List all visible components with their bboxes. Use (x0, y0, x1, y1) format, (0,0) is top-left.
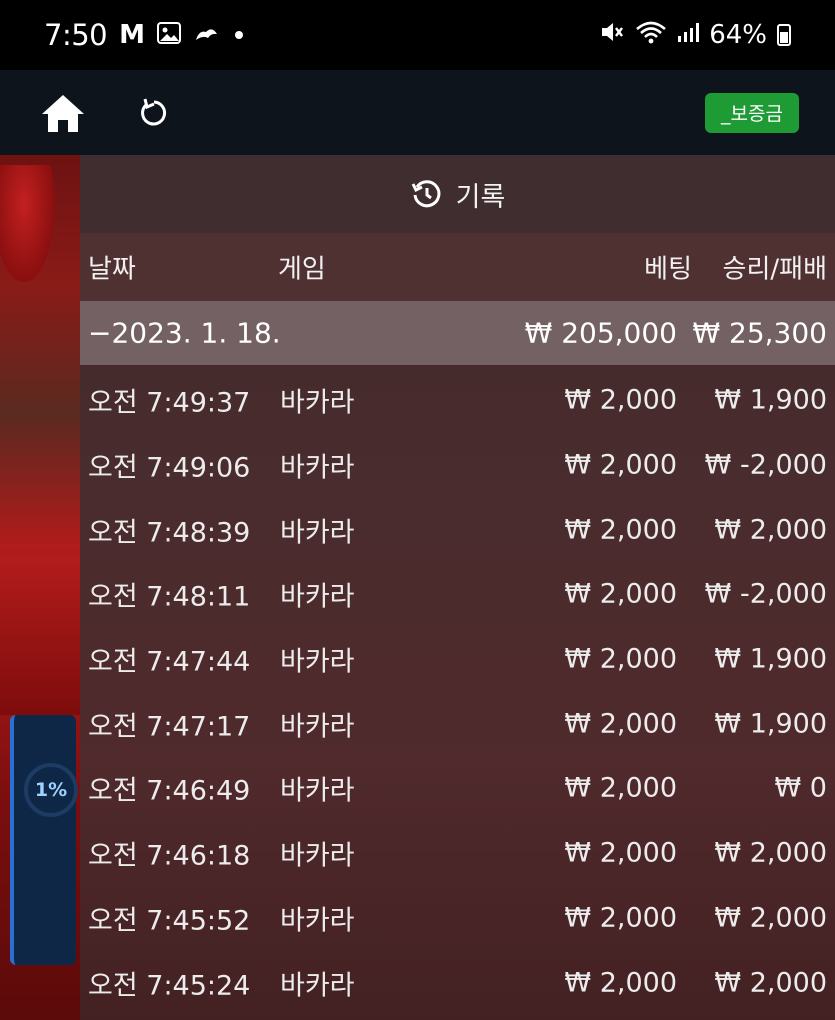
date-group-bet-total: ₩ 205,000 (524, 316, 677, 350)
table-row[interactable]: 오전 7:47:17 바카라 ₩ 2,000 ₩ 1,900 (80, 691, 835, 756)
percent-badge: 1% (24, 763, 78, 817)
row-bet: ₩ 2,000 (564, 384, 677, 416)
row-time: 오전 7:49:06 (88, 452, 251, 484)
row-game: 바카라 (280, 452, 355, 484)
row-win-loss: ₩ 2,000 (714, 514, 827, 546)
table-row[interactable]: 오전 7:47:44 바카라 ₩ 2,000 ₩ 1,900 (80, 627, 835, 692)
date-group-label: −2023. 1. 18. (88, 316, 281, 350)
home-icon (42, 94, 84, 132)
row-bet: ₩ 2,000 (564, 772, 677, 804)
row-game: 바카라 (280, 775, 355, 807)
table-row[interactable]: 오전 7:49:06 바카라 ₩ 2,000 ₩ -2,000 (80, 433, 835, 498)
row-game: 바카라 (280, 711, 355, 743)
row-game: 바카라 (280, 970, 355, 1002)
row-bet: ₩ 2,000 (564, 578, 677, 610)
row-time: 오전 7:49:37 (88, 387, 251, 419)
home-button[interactable] (40, 90, 86, 136)
row-game: 바카라 (280, 840, 355, 872)
row-game: 바카라 (280, 517, 355, 549)
table-row[interactable]: 오전 7:49:37 바카라 ₩ 2,000 ₩ 1,900 (80, 368, 835, 433)
row-time: 오전 7:47:17 (88, 711, 251, 743)
status-right: 64% (599, 20, 791, 51)
history-rows: 오전 7:49:37 바카라 ₩ 2,000 ₩ 1,900 오전 7:49:0… (80, 365, 835, 1015)
status-bar: 7:50 M 64% (0, 0, 835, 70)
refresh-icon (141, 98, 167, 125)
row-game: 바카라 (280, 646, 355, 678)
status-left: 7:50 M (44, 18, 243, 52)
col-header-bet: 베팅 (644, 254, 692, 285)
deposit-button[interactable]: _보증금 (705, 92, 799, 133)
row-bet: ₩ 2,000 (564, 967, 677, 999)
panel-title: 기록 (455, 181, 506, 213)
row-time: 오전 7:45:52 (88, 905, 251, 937)
row-time: 오전 7:46:49 (88, 775, 251, 807)
table-row[interactable]: 오전 7:48:11 바카라 ₩ 2,000 ₩ -2,000 (80, 562, 835, 627)
row-win-loss: ₩ 1,900 (714, 384, 827, 416)
row-win-loss: ₩ 1,900 (714, 643, 827, 675)
row-bet: ₩ 2,000 (564, 514, 677, 546)
row-time: 오전 7:45:24 (88, 970, 251, 1002)
col-header-win-loss: 승리/패배 (722, 254, 827, 285)
mute-icon (599, 20, 625, 51)
row-win-loss: ₩ -2,000 (704, 578, 827, 610)
row-bet: ₩ 2,000 (564, 708, 677, 740)
table-row[interactable]: 오전 7:46:49 바카라 ₩ 2,000 ₩ 0 (80, 756, 835, 821)
row-time: 오전 7:47:44 (88, 646, 251, 678)
history-icon (411, 180, 441, 208)
row-win-loss: ₩ 1,900 (714, 708, 827, 740)
row-time: 오전 7:48:39 (88, 517, 251, 549)
row-win-loss: ₩ 2,000 (714, 902, 827, 934)
row-win-loss: ₩ 0 (774, 772, 827, 804)
table-row[interactable]: 오전 7:45:52 바카라 ₩ 2,000 ₩ 2,000 (80, 886, 835, 951)
notification-dot-icon (235, 31, 243, 39)
row-game: 바카라 (280, 581, 355, 613)
status-time: 7:50 (44, 18, 108, 52)
weather-icon (193, 22, 219, 48)
game-background: 1% (0, 155, 80, 1020)
row-bet: ₩ 2,000 (564, 449, 677, 481)
wifi-icon (635, 20, 667, 51)
row-game: 바카라 (280, 905, 355, 937)
dealer-image (0, 165, 60, 295)
battery-level: 64% (709, 20, 767, 50)
row-game: 바카라 (280, 387, 355, 419)
row-win-loss: ₩ 2,000 (714, 837, 827, 869)
table-row[interactable]: 오전 7:46:18 바카라 ₩ 2,000 ₩ 2,000 (80, 821, 835, 886)
gallery-icon (157, 22, 181, 48)
battery-icon (777, 24, 791, 46)
row-time: 오전 7:48:11 (88, 581, 251, 613)
row-bet: ₩ 2,000 (564, 837, 677, 869)
history-panel: 기록 날짜 게임 베팅 승리/패배 −2023. 1. 18. ₩ 205,00… (80, 155, 835, 1020)
app-toolbar: _보증금 (0, 70, 835, 155)
game-stat-card (10, 715, 76, 965)
game-table-image (0, 555, 80, 715)
gmail-icon: M (119, 20, 145, 50)
signal-icon (677, 20, 700, 50)
refresh-button[interactable] (136, 95, 172, 131)
row-win-loss: ₩ 2,000 (714, 967, 827, 999)
row-bet: ₩ 2,000 (564, 902, 677, 934)
col-header-game: 게임 (278, 254, 326, 285)
row-bet: ₩ 2,000 (564, 643, 677, 675)
table-row[interactable]: 오전 7:45:24 바카라 ₩ 2,000 ₩ 2,000 (80, 950, 835, 1015)
col-header-date: 날짜 (88, 254, 136, 285)
table-header: 날짜 게임 베팅 승리/패배 (80, 233, 835, 301)
panel-header: 기록 (80, 155, 835, 233)
row-time: 오전 7:46:18 (88, 840, 251, 872)
table-row[interactable]: 오전 7:48:39 바카라 ₩ 2,000 ₩ 2,000 (80, 497, 835, 562)
row-win-loss: ₩ -2,000 (704, 449, 827, 481)
date-group-row[interactable]: −2023. 1. 18. ₩ 205,000 ₩ 25,300 (80, 301, 835, 365)
date-group-win-total: ₩ 25,300 (692, 316, 827, 350)
